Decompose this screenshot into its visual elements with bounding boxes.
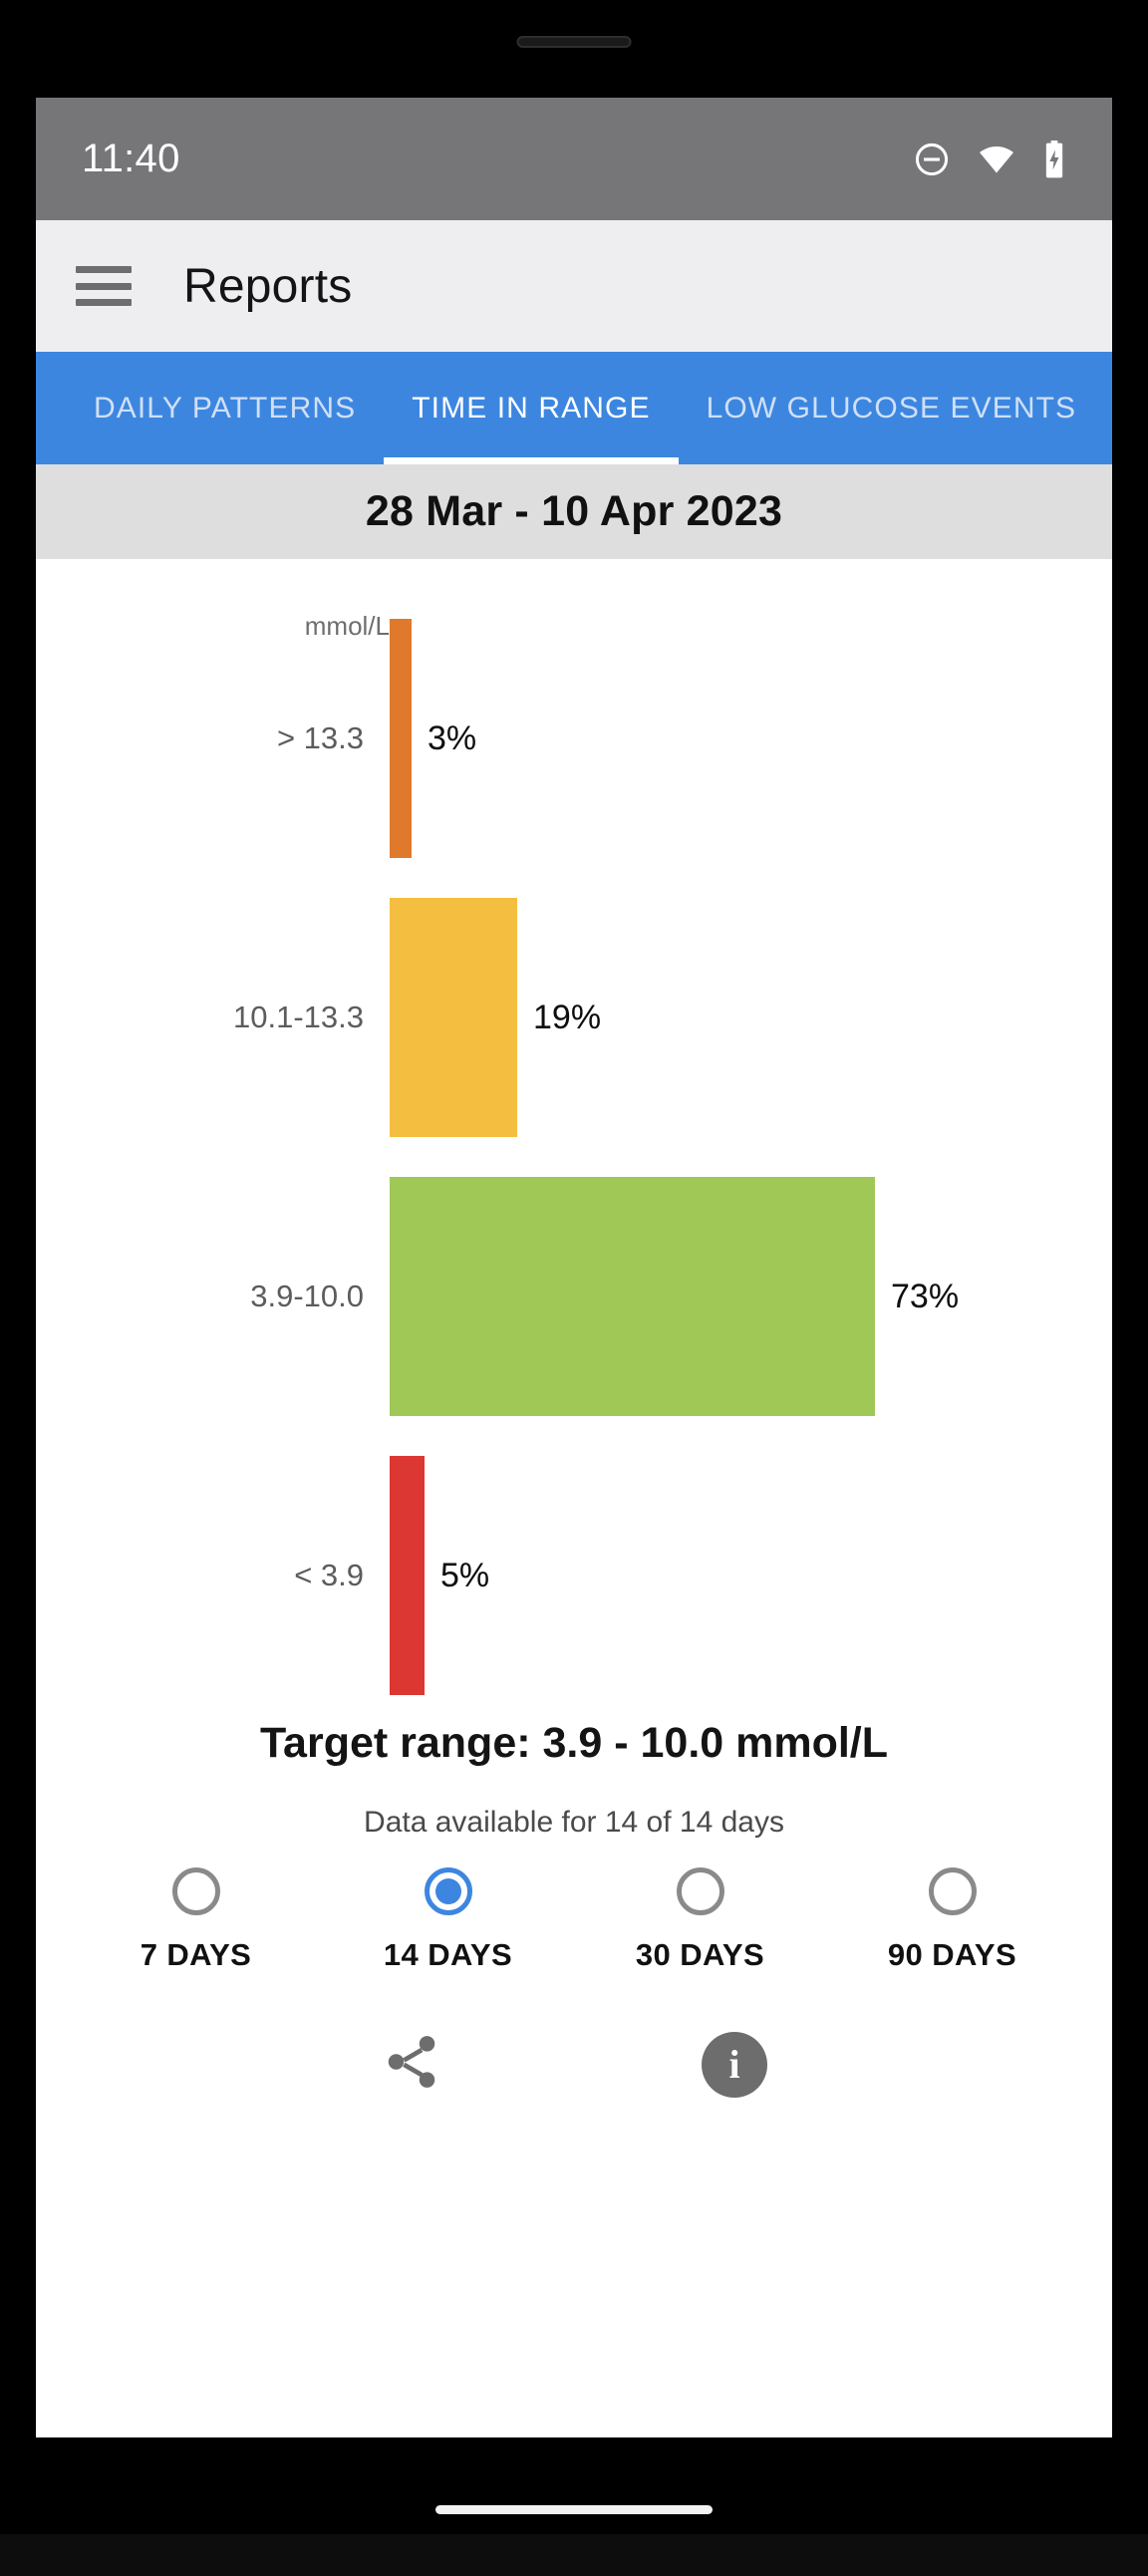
hamburger-bar <box>76 282 132 290</box>
tab-daily-patterns[interactable]: DAILY PATTERNS <box>66 352 384 464</box>
app-screen: 11:40 Reports DAILY PATTERNS TIME IN RAN… <box>36 98 1112 2437</box>
bar-value-label: 3% <box>428 718 477 757</box>
status-bar-clock: 11:40 <box>82 137 180 180</box>
radio-icon-14-days[interactable] <box>424 1867 472 1915</box>
bar-group: 73% <box>390 1177 959 1416</box>
tab-low-glucose-events[interactable]: LOW GLUCOSE EVENTS <box>679 352 1105 464</box>
bar-very-high <box>390 619 412 858</box>
bar-category-label: 10.1-13.3 <box>233 1000 364 1034</box>
day-range-selector: 7 DAYS 14 DAYS 30 DAYS 90 DAYS <box>36 1867 1112 1973</box>
day-option-label: 7 DAYS <box>140 1937 252 1972</box>
status-bar-icons <box>913 140 1066 179</box>
hamburger-bar <box>76 266 132 273</box>
bar-low <box>390 1456 425 1695</box>
bar-high <box>390 898 517 1137</box>
day-option-label: 30 DAYS <box>635 1937 765 1972</box>
target-range-text: Target range: 3.9 - 10.0 mmol/L <box>259 1719 889 1767</box>
radio-icon-30-days[interactable] <box>676 1867 724 1915</box>
bar-value-label: 5% <box>440 1556 490 1594</box>
info-button[interactable]: i <box>702 2031 767 2098</box>
bar-category-label: > 13.3 <box>276 720 364 755</box>
date-range-header[interactable]: 28 Mar - 10 Apr 2023 <box>36 464 1112 559</box>
data-availability-text: Data available for 14 of 14 days <box>364 1806 784 1839</box>
battery-charging-icon <box>1042 140 1066 179</box>
time-in-range-chart: mmol/L > 13.3 3% 10.1-13.3 19% 3.9-10.0 <box>36 559 1112 1715</box>
tab-time-in-range[interactable]: TIME IN RANGE <box>384 352 679 464</box>
device-speaker <box>516 36 632 48</box>
chart-bar-row: > 13.3 3% <box>36 619 1112 858</box>
wifi-icon <box>977 141 1016 178</box>
bar-value-label: 73% <box>891 1277 960 1315</box>
tab-overflow-next[interactable]: A <box>1104 352 1112 464</box>
bar-category-label: < 3.9 <box>294 1558 364 1592</box>
radio-icon-7-days[interactable] <box>171 1867 220 1915</box>
chart-bar-row: 10.1-13.3 19% <box>36 898 1112 1137</box>
device-bottom-shelf <box>0 2534 1148 2576</box>
bar-group: 19% <box>390 898 601 1137</box>
home-indicator[interactable] <box>435 2505 713 2514</box>
bar-group: 3% <box>390 619 476 858</box>
bar-group: 5% <box>390 1456 489 1695</box>
phone-device: 11:40 Reports DAILY PATTERNS TIME IN RAN… <box>0 0 1148 2576</box>
radio-icon-90-days[interactable] <box>928 1867 977 1915</box>
day-option-90[interactable]: 90 DAYS <box>826 1867 1078 1973</box>
day-option-label: 90 DAYS <box>887 1937 1017 1972</box>
tab-bar: DAILY PATTERNS TIME IN RANGE LOW GLUCOSE… <box>36 352 1112 464</box>
day-option-label: 14 DAYS <box>383 1937 513 1972</box>
bar-in-range <box>390 1177 875 1416</box>
app-bar: Reports <box>36 220 1112 352</box>
day-option-7[interactable]: 7 DAYS <box>70 1867 322 1973</box>
bar-category-label: 3.9-10.0 <box>250 1279 364 1313</box>
bar-value-label: 19% <box>533 998 602 1036</box>
hamburger-menu-icon[interactable] <box>76 266 132 306</box>
share-button[interactable] <box>381 2031 442 2098</box>
page-title: Reports <box>183 259 353 313</box>
chart-bar-row: < 3.9 5% <box>36 1456 1112 1695</box>
day-option-14[interactable]: 14 DAYS <box>322 1867 574 1973</box>
day-option-30[interactable]: 30 DAYS <box>574 1867 826 1973</box>
hamburger-bar <box>76 299 132 306</box>
info-icon: i <box>702 2031 767 2098</box>
status-bar: 11:40 <box>36 98 1112 220</box>
chart-bar-row: 3.9-10.0 73% <box>36 1177 1112 1416</box>
do-not-disturb-icon <box>913 141 951 178</box>
action-bar: i <box>36 2031 1112 2098</box>
share-icon <box>381 2031 442 2098</box>
